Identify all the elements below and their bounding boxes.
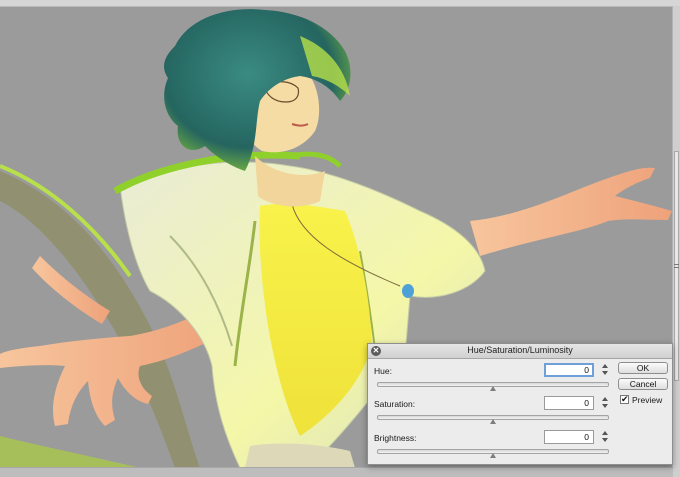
brightness-slider-thumb[interactable] [490,453,496,458]
checkmark-icon: ✔ [621,394,629,404]
pants [245,443,355,468]
hue-input[interactable]: 0 [544,363,594,377]
dialog-title: Hue/Saturation/Luminosity [467,345,573,355]
right-arm [470,167,672,256]
brightness-label: Brightness: [374,433,417,443]
spinner-up-icon[interactable] [602,364,608,368]
hue-saturation-dialog: ✕ Hue/Saturation/Luminosity Hue: 0 Satur… [367,343,673,465]
hue-label: Hue: [374,366,392,376]
spinner-up-icon[interactable] [602,397,608,401]
spinner-up-icon[interactable] [602,431,608,435]
left-arm [0,306,220,426]
saturation-slider-thumb[interactable] [490,419,496,424]
preview-label: Preview [632,395,663,405]
ribbon-lower [0,436,140,468]
preview-checkbox[interactable]: ✔ [620,395,629,404]
spinner-down-icon[interactable] [602,404,608,408]
ok-button[interactable]: OK [618,362,668,374]
brightness-spinner[interactable] [601,430,609,444]
brightness-input[interactable]: 0 [544,430,594,444]
spinner-down-icon[interactable] [602,371,608,375]
dialog-titlebar[interactable]: ✕ Hue/Saturation/Luminosity [368,344,672,359]
pendant [402,284,414,298]
hue-slider-thumb[interactable] [490,386,496,391]
spinner-down-icon[interactable] [602,438,608,442]
hue-spinner[interactable] [601,363,609,377]
horizontal-scrollbar[interactable] [0,467,673,477]
vertical-scrollbar[interactable] [672,6,680,477]
saturation-spinner[interactable] [601,396,609,410]
saturation-label: Saturation: [374,399,416,409]
jacket-collar [289,151,342,168]
scrollbar-grip-icon [674,264,679,268]
saturation-input[interactable]: 0 [544,396,594,410]
cancel-button[interactable]: Cancel [618,378,668,390]
